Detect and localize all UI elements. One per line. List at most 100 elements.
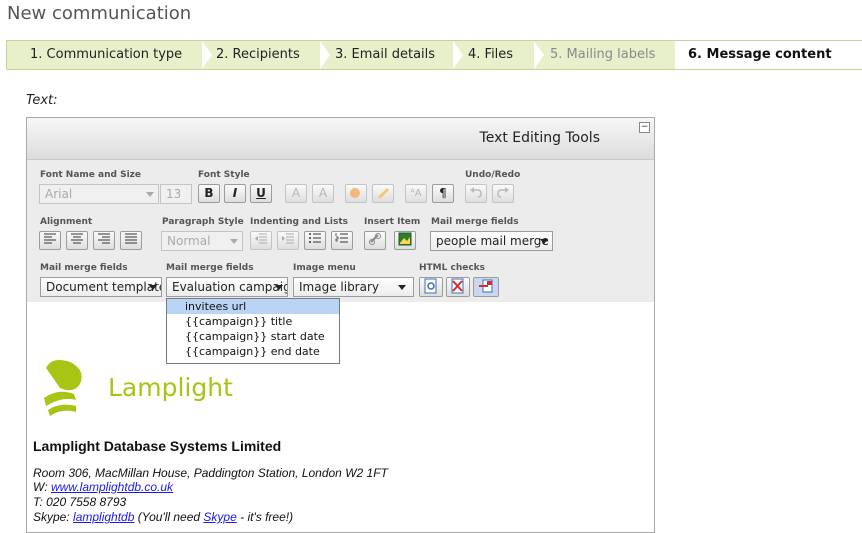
insert-link-button[interactable] — [364, 231, 386, 250]
document-templates-select[interactable]: Document templates — [40, 277, 162, 297]
web-line: W: www.lamplightdb.co.uk — [33, 480, 173, 494]
outdent-button[interactable] — [250, 231, 272, 250]
step-separator — [534, 41, 544, 69]
group-label-font-style: Font Style — [198, 170, 250, 180]
image-library-value: Image library — [299, 280, 380, 294]
group-label-undo-redo: Undo/Redo — [465, 170, 521, 180]
document-templates-value: Document templates — [46, 280, 162, 294]
wizard-steps: 1. Communication type 2. Recipients 3. E… — [6, 40, 862, 70]
align-right-button[interactable] — [93, 231, 115, 250]
dropdown-item-campaign-title[interactable]: {{campaign}} title — [167, 314, 339, 329]
group-label-indenting: Indenting and Lists — [250, 217, 348, 227]
outdent-icon — [255, 233, 267, 244]
group-label-mail-merge-fields: Mail merge fields — [431, 217, 519, 227]
numbered-list-icon — [335, 233, 348, 243]
bold-button[interactable]: B — [198, 184, 220, 203]
editor-content[interactable]: Lamplight Lamplight Database Systems Lim… — [27, 302, 654, 532]
step-message-content[interactable]: 6. Message content — [688, 41, 832, 69]
align-left-icon — [44, 233, 56, 244]
dropdown-item-campaign-start-date[interactable]: {{campaign}} start date — [167, 329, 339, 344]
website-link[interactable]: www.lamplightdb.co.uk — [51, 480, 173, 494]
text-color-button[interactable] — [345, 184, 367, 203]
justify-icon — [125, 233, 137, 244]
step-separator — [665, 41, 675, 69]
validate-html-button[interactable] — [419, 277, 443, 297]
align-left-button[interactable] — [39, 231, 61, 250]
page-title: New communication — [7, 3, 192, 24]
company-name: Lamplight Database Systems Limited — [33, 438, 282, 454]
editor-header: Text Editing Tools − — [27, 118, 654, 160]
collapse-button[interactable]: − — [639, 122, 650, 133]
web-prefix: W: — [33, 480, 51, 494]
indent-icon — [282, 233, 294, 244]
font-name-select: Arial — [39, 184, 159, 204]
skype-suffix: - it's free!) — [236, 510, 294, 524]
phone-line: T: 020 7558 8793 — [33, 495, 127, 509]
justify-button[interactable] — [120, 231, 142, 250]
rich-text-editor: Text Editing Tools − Font Name and Size … — [26, 117, 655, 533]
group-label-image-menu: Image menu — [293, 263, 356, 273]
clean-html-icon — [479, 279, 493, 293]
step-communication-type[interactable]: 1. Communication type — [30, 41, 182, 69]
text-color-icon — [350, 188, 360, 198]
redo-icon — [497, 187, 509, 198]
evaluation-campaign-value: Evaluation campaign — [172, 280, 288, 294]
clean-html-button[interactable] — [473, 277, 499, 297]
check-html-button[interactable] — [446, 277, 470, 297]
people-mail-merge-select[interactable]: people mail merge — [430, 231, 553, 251]
indent-button[interactable] — [277, 231, 299, 250]
subscript-button[interactable]: A — [285, 184, 307, 203]
align-center-icon — [71, 233, 83, 244]
dropdown-item-campaign-end-date[interactable]: {{campaign}} end date — [167, 344, 339, 359]
step-email-details[interactable]: 3. Email details — [335, 41, 435, 69]
link-icon — [369, 233, 381, 245]
dropdown-item-invitees-url[interactable]: invitees url — [167, 299, 339, 314]
step-separator — [202, 41, 212, 69]
undo-button[interactable] — [465, 184, 487, 203]
group-label-alignment: Alignment — [40, 217, 93, 227]
skype-line: Skype: lamplightdb (You'll need Skype - … — [33, 510, 293, 524]
step-separator — [320, 41, 330, 69]
editor-toolbar: Font Name and Size Font Style Undo/Redo … — [27, 160, 654, 302]
font-size-value: 13 — [166, 187, 182, 201]
highlighter-icon — [378, 188, 389, 199]
group-label-font-name-size: Font Name and Size — [40, 170, 141, 180]
format-case-button[interactable]: ᴬA — [405, 184, 427, 203]
paragraph-style-select: Normal — [161, 231, 243, 251]
highlight-button[interactable] — [372, 184, 394, 203]
skype-middle-text: (You'll need — [134, 510, 204, 524]
step-separator — [453, 41, 463, 69]
skype-link[interactable]: Skype — [203, 510, 236, 524]
evaluation-campaign-select[interactable]: Evaluation campaign — [166, 277, 288, 297]
logo-text: Lamplight — [108, 373, 233, 402]
text-field-label: Text: — [26, 93, 58, 108]
numbered-list-button[interactable] — [331, 231, 353, 250]
step-files[interactable]: 4. Files — [468, 41, 513, 69]
group-label-mail-merge-fields: Mail merge fields — [40, 263, 128, 273]
editor-title: Text Editing Tools — [479, 130, 600, 146]
align-center-button[interactable] — [66, 231, 88, 250]
people-mail-merge-value: people mail merge — [436, 234, 549, 248]
align-right-icon — [98, 233, 110, 244]
group-label-mail-merge-fields: Mail merge fields — [166, 263, 254, 273]
underline-button[interactable]: U — [250, 184, 272, 203]
step-recipients[interactable]: 2. Recipients — [216, 41, 300, 69]
bullet-list-icon — [309, 233, 321, 243]
undo-icon — [470, 187, 482, 198]
paragraph-style-value: Normal — [167, 234, 211, 248]
image-icon — [398, 232, 412, 246]
image-library-select[interactable]: Image library — [293, 277, 414, 297]
redo-button[interactable] — [492, 184, 514, 203]
check-html-icon — [451, 278, 464, 294]
superscript-button[interactable]: A — [312, 184, 334, 203]
skype-prefix: Skype: — [33, 510, 74, 524]
group-label-paragraph-style: Paragraph Style — [162, 217, 244, 227]
paragraph-mark-button[interactable]: ¶ — [432, 184, 454, 203]
group-label-insert-item: Insert Item — [364, 217, 421, 227]
insert-image-button[interactable] — [394, 231, 416, 250]
italic-button[interactable]: I — [224, 184, 246, 203]
skype-handle-link[interactable]: lamplightdb — [73, 510, 134, 524]
font-size-select: 13 — [160, 184, 192, 204]
evaluation-campaign-dropdown: invitees url {{campaign}} title {{campai… — [166, 298, 340, 364]
bullet-list-button[interactable] — [304, 231, 326, 250]
